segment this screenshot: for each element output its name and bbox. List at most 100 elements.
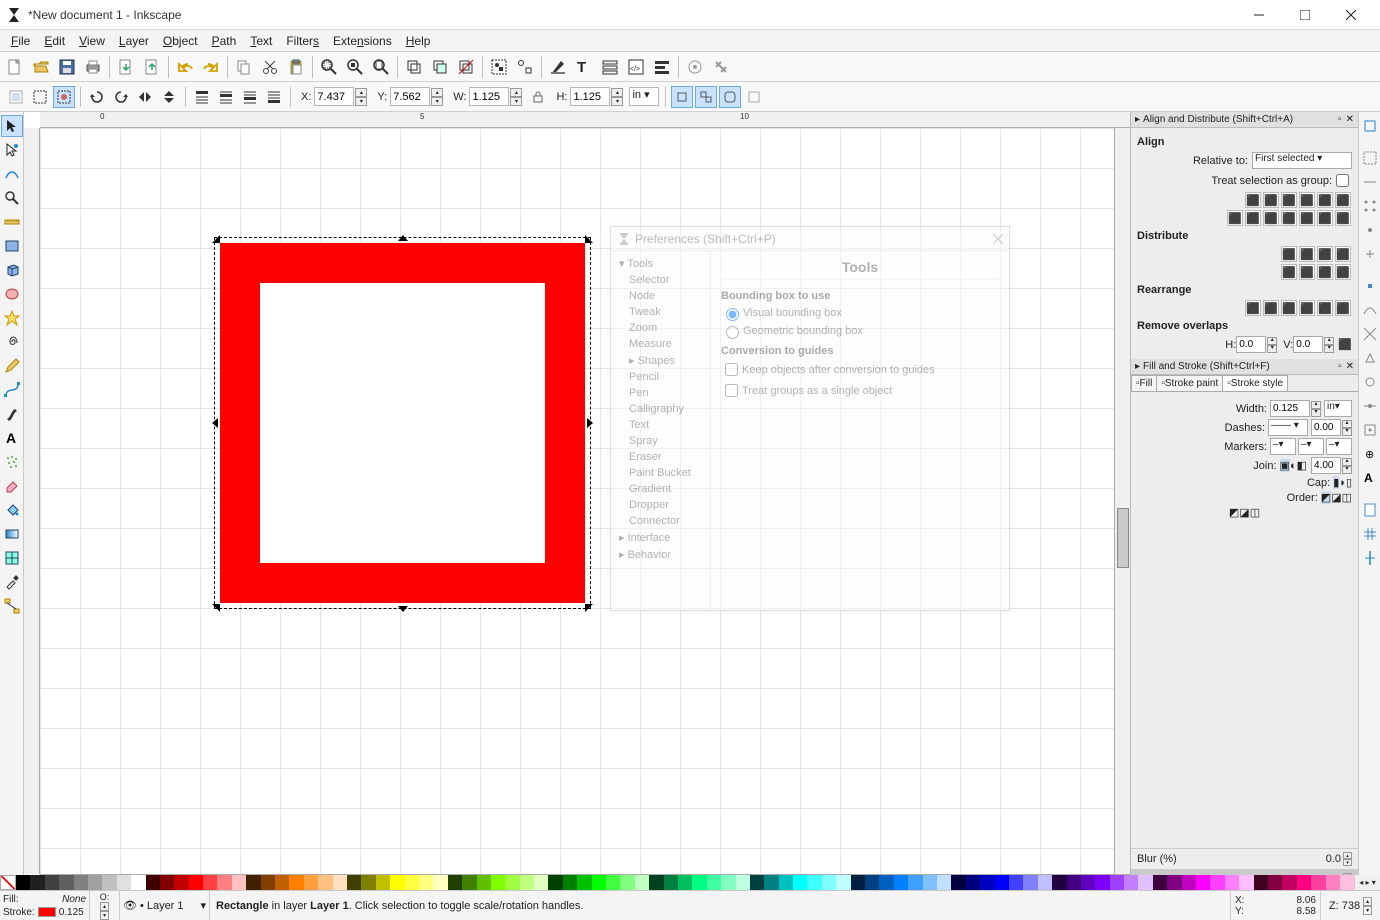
dashes-offset-input[interactable] (1311, 419, 1341, 436)
palette-swatch[interactable] (131, 875, 145, 890)
save-icon[interactable] (55, 55, 79, 79)
relative-to-select[interactable]: First selected ▾ (1252, 152, 1352, 169)
dashes-select[interactable]: —— ▾ (1268, 419, 1308, 436)
palette-swatch[interactable] (30, 875, 44, 890)
horizontal-ruler[interactable]: 0 5 10 (40, 112, 1130, 128)
palette-swatch[interactable] (692, 875, 706, 890)
palette-swatch[interactable] (592, 875, 606, 890)
align-btn[interactable]: ⬛ (1245, 210, 1261, 226)
maximize-button[interactable] (1282, 1, 1328, 29)
palette-swatch[interactable] (390, 875, 404, 890)
palette-swatch[interactable] (548, 875, 562, 890)
color-palette[interactable] (0, 875, 1354, 890)
palette-swatch[interactable] (908, 875, 922, 890)
rectangle-tool-icon[interactable] (1, 235, 23, 257)
select-marquee-icon[interactable] (29, 86, 51, 108)
palette-swatch[interactable] (146, 875, 160, 890)
order-btn[interactable]: ◩ (1229, 506, 1239, 519)
palette-swatch[interactable] (865, 875, 879, 890)
palette-swatch[interactable] (678, 875, 692, 890)
align-btn[interactable]: ⬛ (1299, 192, 1315, 208)
affect-corner-icon[interactable] (719, 86, 741, 108)
snap-midpoint-icon[interactable] (1360, 219, 1380, 241)
menu-layer[interactable]: Layer (112, 32, 156, 50)
palette-swatch[interactable] (635, 875, 649, 890)
palette-swatch[interactable] (1210, 875, 1224, 890)
palette-swatch[interactable] (88, 875, 102, 890)
raise-icon[interactable] (215, 86, 237, 108)
stroke-width-input[interactable] (1270, 400, 1310, 417)
palette-swatch[interactable] (333, 875, 347, 890)
dist-btn[interactable]: ⬛ (1335, 264, 1351, 280)
menu-object[interactable]: Object (156, 32, 205, 50)
rotate-ccw-icon[interactable] (86, 86, 108, 108)
paintbucket-tool-icon[interactable] (1, 499, 23, 521)
duplicate-icon[interactable] (402, 55, 426, 79)
align-btn[interactable]: ⬛ (1263, 192, 1279, 208)
pencil-tool-icon[interactable] (1, 355, 23, 377)
palette-swatch[interactable] (937, 875, 951, 890)
palette-swatch[interactable] (1081, 875, 1095, 890)
palette-swatch[interactable] (879, 875, 893, 890)
remove-overlap-btn[interactable]: ⬛ (1338, 338, 1352, 351)
palette-swatch[interactable] (448, 875, 462, 890)
cap-round-icon[interactable]: ◗ (1339, 477, 1346, 489)
palette-swatch[interactable] (1340, 875, 1354, 890)
palette-swatch[interactable] (203, 875, 217, 890)
align-btn[interactable]: ⬛ (1263, 210, 1279, 226)
snap-node-icon[interactable] (1360, 275, 1380, 297)
handle-sw[interactable] (210, 604, 220, 614)
group-icon[interactable] (487, 55, 511, 79)
preferences-close-icon[interactable] (993, 234, 1003, 244)
menu-file[interactable]: File (4, 32, 37, 50)
open-icon[interactable] (29, 55, 53, 79)
ellipse-tool-icon[interactable] (1, 283, 23, 305)
snap-line-mid-icon[interactable] (1360, 395, 1380, 417)
zoom-drawing-icon[interactable] (343, 55, 367, 79)
rotate-cw-icon[interactable] (110, 86, 132, 108)
lower-icon[interactable] (239, 86, 261, 108)
snap-path-icon[interactable] (1360, 299, 1380, 321)
palette-swatch[interactable] (1009, 875, 1023, 890)
palette-swatch[interactable] (822, 875, 836, 890)
status-layer-select[interactable]: 👁•Layer 1▾ (120, 891, 210, 920)
panel-undock-icon[interactable]: ▫ (1338, 361, 1342, 372)
zoom-page-icon[interactable] (369, 55, 393, 79)
handle-w[interactable] (210, 418, 220, 428)
align-panel-header[interactable]: ▸Align and Distribute (Shift+Ctrl+A) ▫ ✕ (1131, 112, 1358, 128)
vertical-ruler[interactable] (24, 128, 40, 874)
document-properties-icon[interactable] (709, 55, 733, 79)
panel-close-icon[interactable]: ✕ (1346, 361, 1354, 372)
palette-swatch[interactable] (102, 875, 116, 890)
preferences-tree[interactable]: ▾ Tools Selector Node Tweak Zoom Measure… (611, 251, 711, 610)
canvas[interactable]: Preferences (Shift+Ctrl+P) ▾ Tools Selec… (40, 128, 1130, 874)
join-round-icon[interactable]: ◐ (1290, 460, 1297, 472)
radio-geometric-bbox[interactable]: Geometric bounding box (721, 323, 999, 339)
palette-swatch[interactable] (217, 875, 231, 890)
rearr-btn[interactable]: ⬛ (1335, 300, 1351, 316)
affect-gradient-icon[interactable] (743, 86, 765, 108)
w-spinner[interactable]: ▴▾ (510, 88, 522, 106)
palette-swatch[interactable] (807, 875, 821, 890)
palette-swatch[interactable] (1268, 875, 1282, 890)
check-keep-objects[interactable]: Keep objects after conversion to guides (721, 360, 999, 379)
connector-tool-icon[interactable] (1, 595, 23, 617)
new-icon[interactable] (3, 55, 27, 79)
snap-smooth-icon[interactable] (1360, 371, 1380, 393)
layers-dialog-icon[interactable] (598, 55, 622, 79)
palette-swatch[interactable] (1067, 875, 1081, 890)
palette-swatch[interactable] (894, 875, 908, 890)
x-input[interactable] (314, 87, 354, 106)
menu-view[interactable]: View (72, 32, 112, 50)
palette-swatch[interactable] (577, 875, 591, 890)
rearr-btn[interactable]: ⬛ (1263, 300, 1279, 316)
palette-swatch[interactable] (1038, 875, 1052, 890)
panel-undock-icon[interactable]: ▫ (1338, 114, 1342, 125)
dropper-tool-icon[interactable] (1, 571, 23, 593)
palette-swatch[interactable] (160, 875, 174, 890)
h-input[interactable] (570, 87, 610, 106)
order-btn[interactable]: ◪ (1239, 506, 1249, 519)
text-dialog-icon[interactable]: T (572, 55, 596, 79)
align-dialog-icon[interactable] (650, 55, 674, 79)
status-opacity[interactable]: O: ▴▾ (90, 891, 120, 920)
